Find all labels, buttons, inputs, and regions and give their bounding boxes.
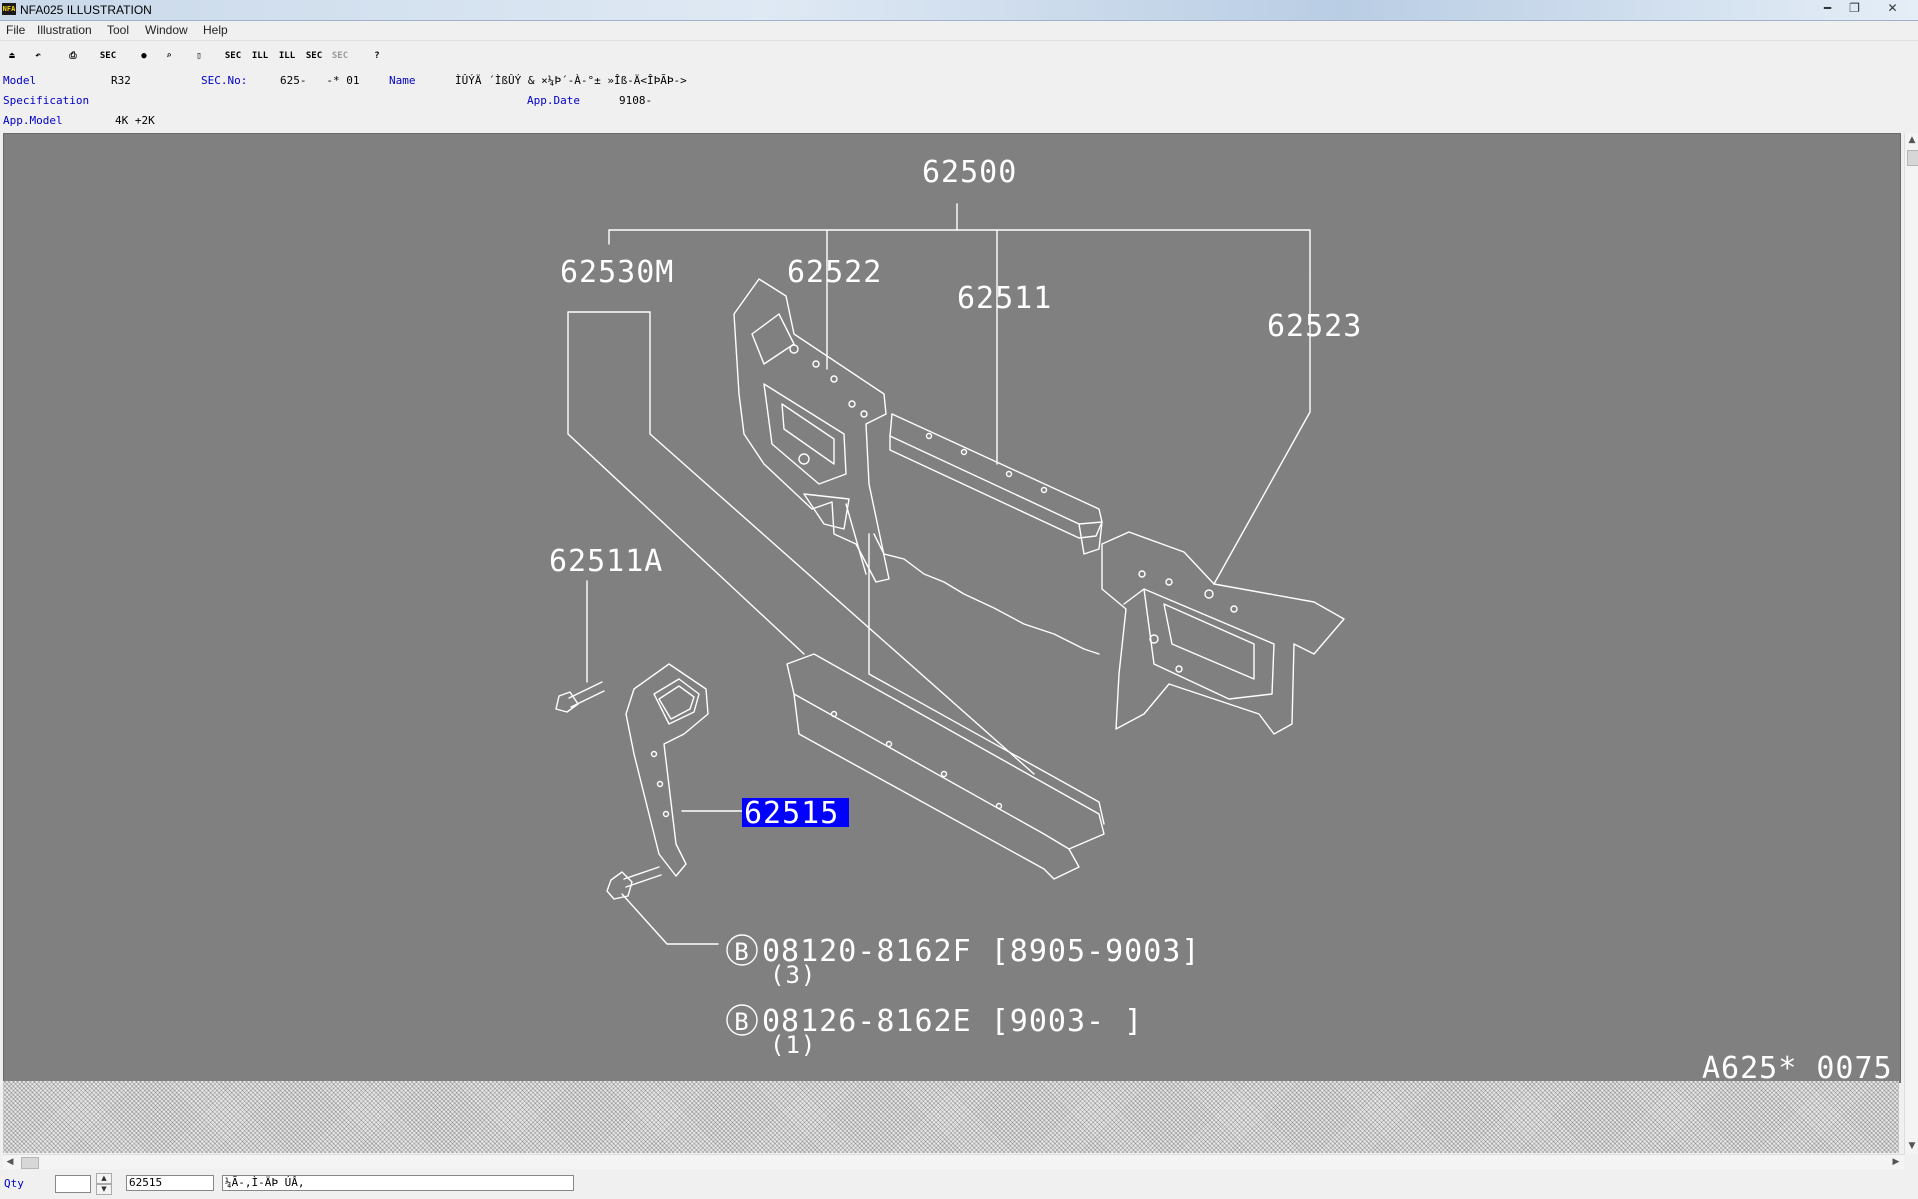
zoom-icon[interactable]: ⌕	[158, 45, 180, 67]
appmodel-value: 4K +2K	[115, 114, 155, 127]
leader-bolt	[621, 893, 719, 945]
horizontal-scrollbar[interactable]: ◀ ▶	[3, 1154, 1904, 1169]
callout-62523[interactable]: 62523	[1267, 309, 1362, 344]
bolt-08120	[606, 866, 662, 900]
toolbar: ⏏ ↶ ⎙ SEC ● ⌕ ▯ SEC ILL ILL SEC SEC ?	[0, 44, 1918, 72]
name-value: ÌÛÝÄ ´ÌßÛÝ & ×¼Þ´-À-°± »Îß-Ä<ÎÞÃÞ->	[455, 74, 687, 87]
empty-canvas-area	[3, 1081, 1899, 1153]
callout-62511[interactable]: 62511	[957, 281, 1052, 316]
info-bar: Model R32 SEC.No: 625- -* 01 Name ÌÛÝÄ ´…	[0, 72, 1918, 132]
assembly-leader	[608, 203, 1311, 290]
next-ill-icon[interactable]: ILL	[276, 45, 298, 67]
qty-down-icon[interactable]: ▼	[96, 1184, 112, 1195]
horizontal-scroll-thumb[interactable]	[21, 1157, 39, 1169]
part-62523-right-panel	[1101, 531, 1345, 735]
scroll-right-icon[interactable]: ▶	[1889, 1155, 1903, 1169]
callout-62515[interactable]: 62515	[744, 796, 839, 831]
callout-62522[interactable]: 62522	[787, 255, 882, 290]
vertical-scrollbar[interactable]: ▲ ▼	[1904, 133, 1918, 1154]
appdate-value: 9108-	[619, 94, 653, 107]
part-name-field: ¼Ã-,Ì-ÄÞ ÚÂ,	[222, 1175, 574, 1191]
name-label: Name	[389, 74, 416, 87]
model-label: Model	[3, 74, 37, 87]
part-62515-bracket	[625, 663, 709, 877]
illustration-canvas[interactable]: 62500 62530M 62522 62511 62523 62511A 62…	[3, 133, 1901, 1083]
part-number-field: 62515	[126, 1175, 214, 1191]
bolt1-symbol: B	[734, 938, 749, 966]
menu-tool[interactable]: Tool	[107, 23, 129, 37]
qty-up-icon[interactable]: ▲	[96, 1173, 112, 1184]
sec-disabled-icon: SEC	[331, 51, 349, 61]
sec-list-icon[interactable]: SEC	[97, 45, 119, 67]
callout-62500[interactable]: 62500	[922, 155, 1017, 190]
part-62511-upper-support	[889, 413, 1103, 555]
secno-label: SEC.No:	[201, 74, 248, 87]
exit-icon[interactable]: ⏏	[1, 45, 23, 67]
bolt2-symbol: B	[734, 1008, 749, 1036]
status-bar: Qty ▲ ▼ 62515 ¼Ã-,Ì-ÄÞ ÚÂ,	[0, 1170, 1918, 1199]
book-icon[interactable]: ▯	[188, 45, 210, 67]
leader-62530m	[567, 311, 1035, 775]
vertical-scroll-thumb[interactable]	[1907, 150, 1918, 166]
scroll-up-icon[interactable]: ▲	[1905, 133, 1918, 147]
bolt2-part-number[interactable]: 08126-8162E [9003- ]	[762, 1004, 1143, 1039]
restore-icon[interactable]: ❐	[1842, 0, 1867, 17]
minimize-icon[interactable]: ━	[1815, 0, 1840, 17]
spec-label: Specification	[3, 94, 90, 107]
qty-label: Qty	[4, 1177, 24, 1190]
circle-icon[interactable]: ●	[133, 45, 155, 67]
title-bar: NFA NFA025 ILLUSTRATION ━ ❐ ✕	[0, 0, 1918, 21]
callout-62511a[interactable]: 62511A	[549, 544, 663, 579]
next-sec-icon[interactable]: SEC	[303, 45, 325, 67]
model-value: R32	[111, 74, 131, 87]
window-title: NFA025 ILLUSTRATION	[20, 3, 152, 17]
bolt-62511a	[555, 681, 605, 713]
app-icon: NFA	[2, 3, 16, 15]
menu-illustration[interactable]: Illustration	[37, 23, 92, 37]
scroll-left-icon[interactable]: ◀	[3, 1155, 17, 1169]
prev-sec-icon[interactable]: SEC	[222, 45, 244, 67]
help-icon[interactable]: ?	[366, 45, 388, 67]
close-icon[interactable]: ✕	[1880, 0, 1905, 17]
qty-input[interactable]	[55, 1175, 91, 1193]
part-62522-left-panel	[733, 278, 890, 583]
callout-62530m[interactable]: 62530M	[560, 255, 674, 290]
appdate-label: App.Date	[527, 94, 580, 107]
undo-icon[interactable]: ↶	[27, 45, 49, 67]
menu-file[interactable]: File	[6, 23, 25, 37]
print-icon[interactable]: ⎙	[62, 45, 84, 67]
parts-diagram: 62500 62530M 62522 62511 62523 62511A 62…	[549, 155, 1893, 1082]
menu-help[interactable]: Help	[203, 23, 228, 37]
bolt1-qty: (3)	[770, 961, 816, 989]
prev-ill-icon[interactable]: ILL	[249, 45, 271, 67]
illustration-ref-code: A625* 0075	[1702, 1051, 1893, 1082]
secno-value: 625- -* 01	[280, 74, 360, 87]
scroll-down-icon[interactable]: ▼	[1905, 1139, 1918, 1153]
bolt2-qty: (1)	[770, 1031, 816, 1059]
bolt1-part-number[interactable]: 08120-8162F [8905-9003]	[762, 934, 1200, 969]
menu-window[interactable]: Window	[145, 23, 188, 37]
appmodel-label: App.Model	[3, 114, 63, 127]
menu-bar: File Illustration Tool Window Help	[0, 21, 1918, 41]
